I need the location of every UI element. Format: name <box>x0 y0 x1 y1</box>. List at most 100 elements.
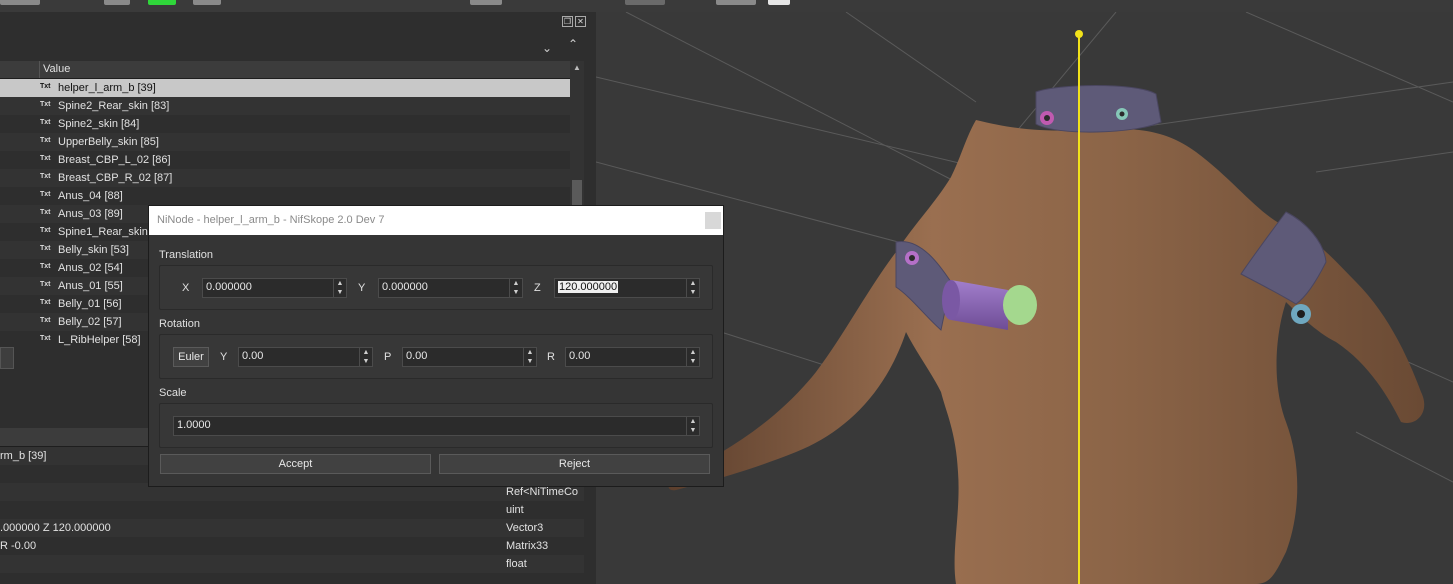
scale-group: 1.0000 ▲ ▼ <box>159 403 713 448</box>
tree-row[interactable]: Txt Spine2_Rear_skin [83] <box>0 97 570 115</box>
tree-row-value: Belly_02 [57] <box>58 316 122 328</box>
roll-label: R <box>547 351 555 363</box>
tree-row[interactable]: Txt Spine2_skin [84] <box>0 115 570 133</box>
tree-row-value: Anus_04 [88] <box>58 190 123 202</box>
tree-header: Value <box>0 61 570 79</box>
toolbar-toggle-button[interactable] <box>148 0 176 5</box>
dialog-close-button[interactable] <box>705 212 721 229</box>
spin-arrows-icon[interactable]: ▲ ▼ <box>686 348 699 366</box>
details-row-value: .000000 Z 120.000000 <box>0 522 111 534</box>
character-mesh <box>668 85 1425 584</box>
details-row[interactable]: .000000 Z 120.000000 Vector3 <box>0 519 584 537</box>
rotation-p-spinbox[interactable]: 0.00 ▲ ▼ <box>402 347 537 367</box>
tree-row-value: Anus_01 [55] <box>58 280 123 292</box>
scroll-up-icon[interactable]: ▲ <box>572 63 582 73</box>
text-type-icon: Txt <box>40 155 51 162</box>
text-type-icon: Txt <box>40 317 51 324</box>
tree-row[interactable]: Txt Anus_04 [88] <box>0 187 570 205</box>
translation-x-spinbox[interactable]: 0.000000 ▲ ▼ <box>202 278 347 298</box>
tree-row[interactable]: Txt Breast_CBP_R_02 [87] <box>0 169 570 187</box>
spin-arrows-icon[interactable]: ▲ ▼ <box>359 348 372 366</box>
text-type-icon: Txt <box>40 119 51 126</box>
tree-row-value: Spine2_skin [84] <box>58 118 140 130</box>
translation-y-spinbox[interactable]: 0.000000 ▲ ▼ <box>378 278 523 298</box>
tree-row-value: Anus_03 [89] <box>58 208 123 220</box>
scale-label: Scale <box>159 387 187 399</box>
tree-row[interactable]: Txt Breast_CBP_L_02 [86] <box>0 151 570 169</box>
text-type-icon: Txt <box>40 137 51 144</box>
details-row[interactable]: uint <box>0 501 584 519</box>
rotation-label: Rotation <box>159 318 200 330</box>
tree-row[interactable]: Txt UpperBelly_skin [85] <box>0 133 570 151</box>
tree-row-value: UpperBelly_skin [85] <box>58 136 159 148</box>
details-row-type: Vector3 <box>506 522 544 534</box>
details-row-type: float <box>506 558 527 570</box>
y-label: Y <box>358 282 366 294</box>
spin-arrows-icon[interactable]: ▲ ▼ <box>523 348 536 366</box>
toolbar-button[interactable] <box>768 0 790 5</box>
tree-row[interactable]: Txt helper_l_arm_b [39] <box>0 79 570 97</box>
float-dock-icon[interactable]: ❐ <box>562 16 573 27</box>
text-type-icon: Txt <box>40 173 51 180</box>
spin-arrows-icon[interactable]: ▲ ▼ <box>333 279 346 297</box>
x-label: X <box>182 282 190 294</box>
tree-row-value: Breast_CBP_R_02 [87] <box>58 172 173 184</box>
text-type-icon: Txt <box>40 209 51 216</box>
text-type-icon: Txt <box>40 263 51 270</box>
spin-arrows-icon[interactable]: ▲ ▼ <box>686 279 699 297</box>
text-type-icon: Txt <box>40 83 51 90</box>
dialog-title: NiNode - helper_l_arm_b - NifSkope 2.0 D… <box>157 214 385 226</box>
toolbar-button[interactable] <box>193 0 221 5</box>
z-label: Z <box>534 282 541 294</box>
close-dock-icon[interactable]: ✕ <box>575 16 586 27</box>
spin-arrows-icon[interactable]: ▲ ▼ <box>686 417 699 435</box>
pitch-label: P <box>384 351 392 363</box>
details-row[interactable]: R -0.00 Matrix33 <box>0 537 584 555</box>
tree-row-value: Belly_skin [53] <box>58 244 129 256</box>
spin-arrows-icon[interactable]: ▲ ▼ <box>509 279 522 297</box>
tree-row-value: Spine2_Rear_skin [83] <box>58 100 170 112</box>
3d-viewport[interactable] <box>596 12 1453 584</box>
rotation-y-spinbox[interactable]: 0.00 ▲ ▼ <box>238 347 373 367</box>
translation-group: X 0.000000 ▲ ▼ Y 0.000000 ▲ ▼ Z 120.000000 ▲ ▼ <box>159 265 713 310</box>
details-row-type: Matrix33 <box>506 540 549 552</box>
toolbar-button[interactable] <box>470 0 502 5</box>
chevron-down-icon[interactable]: ⌄ <box>541 42 553 54</box>
translation-z-spinbox[interactable]: 120.000000 ▲ ▼ <box>554 278 700 298</box>
text-type-icon: Txt <box>40 245 51 252</box>
rotation-r-spinbox[interactable]: 0.00 ▲ ▼ <box>565 347 700 367</box>
text-type-icon: Txt <box>40 101 51 108</box>
tree-row-value: Breast_CBP_L_02 [86] <box>58 154 171 166</box>
main-toolbar <box>0 0 1453 12</box>
axis-handle[interactable] <box>1075 30 1083 38</box>
details-row[interactable]: float <box>0 555 584 573</box>
tree-row-value: L_RibHelper [58] <box>58 334 141 346</box>
tree-row-value: helper_l_arm_b [39] <box>58 82 156 94</box>
translation-label: Translation <box>159 249 214 261</box>
toolbar-button[interactable] <box>716 0 756 5</box>
text-type-icon: Txt <box>40 299 51 306</box>
text-type-icon: Txt <box>40 191 51 198</box>
tree-scrollbar[interactable]: ▲ <box>570 61 584 213</box>
toolbar-button[interactable] <box>0 0 40 5</box>
collapsed-panel-handle[interactable] <box>0 347 14 369</box>
reject-button[interactable]: Reject <box>439 454 710 474</box>
scale-spinbox[interactable]: 1.0000 ▲ ▼ <box>173 416 700 436</box>
dialog-titlebar[interactable]: NiNode - helper_l_arm_b - NifSkope 2.0 D… <box>149 206 723 235</box>
yaw-label: Y <box>220 351 228 363</box>
tree-row-value: Anus_02 [54] <box>58 262 123 274</box>
text-type-icon: Txt <box>40 281 51 288</box>
tree-row-value: Belly_01 [56] <box>58 298 122 310</box>
euler-mode-button[interactable]: Euler <box>173 347 209 367</box>
chevron-up-icon[interactable]: ⌃ <box>567 38 579 50</box>
toolbar-button[interactable] <box>104 0 130 5</box>
details-row-value: R -0.00 <box>0 540 37 552</box>
toolbar-button[interactable] <box>625 0 665 5</box>
accept-button[interactable]: Accept <box>160 454 431 474</box>
value-column-header[interactable]: Value <box>43 63 70 75</box>
details-row-value: rm_b [39] <box>0 450 47 462</box>
text-type-icon: Txt <box>40 335 51 342</box>
text-type-icon: Txt <box>40 227 51 234</box>
rotation-group: Euler Y 0.00 ▲ ▼ P 0.00 ▲ ▼ R 0.00 ▲ ▼ <box>159 334 713 379</box>
details-row-type: uint <box>506 504 524 516</box>
